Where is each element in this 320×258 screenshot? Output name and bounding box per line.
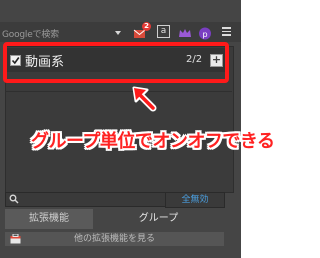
a-extension-icon[interactable]: a — [157, 25, 170, 38]
mail-badge: 2 — [142, 22, 151, 31]
extension-search-input[interactable] — [5, 192, 166, 207]
tab-extensions[interactable]: 拡張機能 — [5, 209, 93, 229]
crown-extension-icon[interactable] — [178, 25, 191, 38]
highlight-box — [3, 42, 229, 83]
panel-divider — [5, 91, 232, 92]
web-store-icon — [10, 234, 21, 244]
tab-groups[interactable]: グループ — [93, 209, 224, 229]
p-extension-icon[interactable]: p — [198, 25, 211, 40]
menu-icon[interactable] — [220, 25, 233, 38]
annotation-arrow-icon — [132, 86, 157, 112]
omnibox-search-text[interactable]: Googleで検索 — [2, 27, 59, 40]
annotation-label: グループ単位でオンオフできる — [31, 131, 275, 152]
svg-text:p: p — [202, 30, 207, 39]
omnibox-dropdown-icon[interactable] — [115, 31, 121, 35]
more-extensions-link[interactable]: 他の拡張機能を見る — [5, 232, 224, 246]
browser-toolbar: Googleで検索 2 a p — [0, 22, 241, 42]
search-icon — [9, 194, 19, 204]
disable-all-button[interactable]: 全無効 — [165, 192, 225, 208]
